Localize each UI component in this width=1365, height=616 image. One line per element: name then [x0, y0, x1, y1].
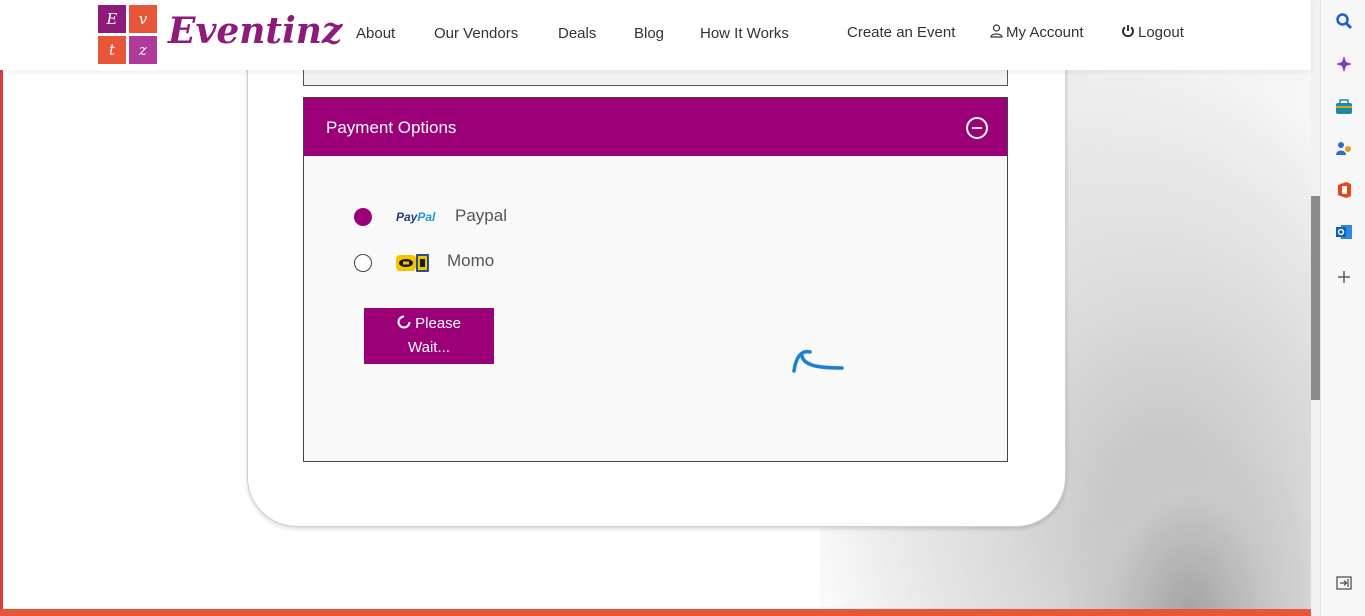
paypal-logo-a: Pay [396, 210, 418, 224]
my-account-link[interactable]: My Account [990, 24, 1084, 41]
nav-our-vendors[interactable]: Our Vendors [434, 25, 518, 42]
search-icon[interactable] [1334, 11, 1354, 31]
payment-options-header[interactable]: Payment Options [304, 98, 1007, 156]
paypal-radio[interactable] [354, 208, 372, 226]
shopping-icon[interactable] [1334, 97, 1354, 117]
create-event-link[interactable]: Create an Event [847, 24, 955, 41]
paypal-logo-b: Pal [417, 210, 436, 224]
payment-options-panel: Payment Options PayPal Paypal Momo Pleas… [303, 97, 1008, 462]
people-icon[interactable] [1334, 139, 1354, 159]
nav-blog[interactable]: Blog [634, 25, 664, 42]
button-line-2: Wait... [408, 339, 450, 356]
add-icon[interactable] [1334, 267, 1354, 287]
crowd-silhouette [1070, 440, 1310, 616]
power-icon [1122, 25, 1134, 38]
logo-tile: t [98, 36, 126, 64]
pen-annotation [792, 349, 844, 373]
momo-radio[interactable] [354, 254, 372, 272]
site-header: E v t z Eventinz About Our Vendors Deals… [0, 0, 1311, 70]
expand-sidebar-icon[interactable] [1334, 573, 1354, 593]
button-line-1: Please [415, 315, 462, 332]
logo-text[interactable]: Eventinz [168, 10, 342, 52]
momo-logo [396, 254, 429, 272]
logout-label: Logout [1138, 24, 1184, 41]
logo-tile: z [129, 36, 157, 64]
browser-sidebar [1320, 0, 1365, 616]
payment-options-title: Payment Options [326, 118, 457, 137]
left-border [0, 0, 3, 616]
user-icon [990, 24, 1003, 38]
logo-mark[interactable]: E v t z [98, 5, 158, 65]
nav-deals[interactable]: Deals [558, 25, 596, 42]
logo-tile: E [98, 5, 126, 33]
paypal-logo: PayPal [396, 210, 435, 224]
copilot-icon[interactable] [1334, 54, 1354, 74]
office-icon[interactable] [1334, 180, 1354, 200]
logo-tile: v [129, 5, 157, 33]
footer-bar [0, 609, 1311, 616]
please-wait-button[interactable]: Please Wait... [364, 308, 494, 364]
my-account-label: My Account [1006, 24, 1084, 41]
spinner-icon [397, 315, 411, 329]
collapse-minus-icon[interactable] [966, 117, 988, 139]
nav-about[interactable]: About [356, 25, 395, 42]
momo-label[interactable]: Momo [447, 251, 494, 271]
paypal-label[interactable]: Paypal [455, 206, 507, 226]
scrollbar-thumb[interactable] [1311, 196, 1320, 400]
outlook-icon[interactable] [1334, 222, 1354, 242]
logout-link[interactable]: Logout [1121, 24, 1184, 41]
nav-how-it-works[interactable]: How It Works [700, 25, 789, 42]
